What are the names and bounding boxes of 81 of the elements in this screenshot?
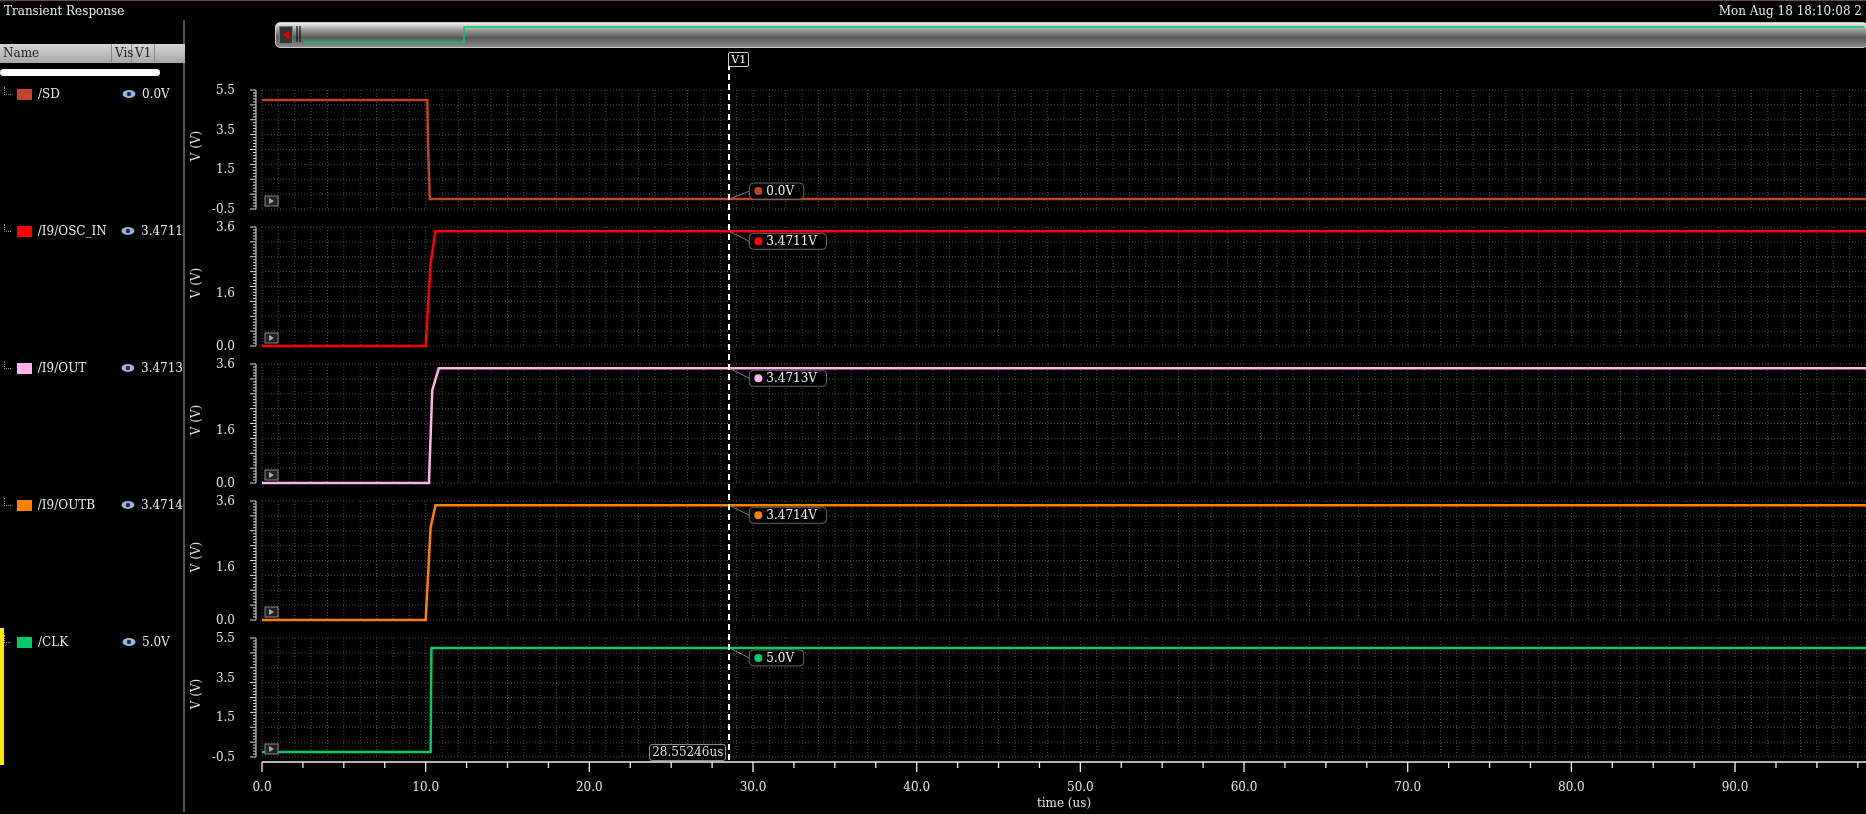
axis-tick-label: 3.5 [215,122,235,137]
axis-title: time (us) [1036,796,1092,810]
axis-tick-label: 1.6 [215,560,235,575]
axis-tick-label: 3.6 [215,494,235,508]
signal-value: 3.4711 [141,223,183,240]
signal-name: /I9/OSC_IN [37,223,108,240]
annotation: 0.0V [766,184,795,199]
signal-name: /I9/OUTB [37,497,97,514]
cursor-line[interactable] [728,64,731,760]
column-title[interactable]: V1 [132,44,156,63]
axis-title: V (V) [189,678,203,710]
value-callout: 5.0V [728,647,805,667]
date-time: Mon Aug 18 18:10:08 2 [1718,2,1862,20]
axis-tick-label: 3.5 [215,670,235,685]
signal-row[interactable]: /I9/OUT 3.4713 [0,354,183,491]
axis-title: V (V) [189,404,203,436]
axis-tick-label: 20.0 [576,780,603,794]
signal-name: /I9/OUT [37,360,88,377]
axis-tick-label: -0.5 [211,202,235,216]
axis-tick-label: 0.0 [215,613,235,627]
triangle-icon [283,31,289,39]
value-callout: 3.4711V [728,230,828,250]
axis-title: V (V) [189,541,203,573]
cursor-label[interactable]: V1 [728,52,750,67]
tree-connector [4,635,11,643]
eye-icon[interactable] [122,89,136,99]
eye-icon[interactable] [121,363,135,373]
window-title: Transient Response [4,2,125,20]
signal-name: /CLK [38,634,70,651]
annotation: 3.4711V [766,234,818,249]
overview-bar[interactable] [275,22,1866,48]
axis-tick-label: 90.0 [1721,780,1749,794]
axis-tick-label: 3.6 [215,220,235,234]
tree-connector [4,87,11,95]
cursor-time-readout: 28.55246us [649,744,727,761]
value-callout: 3.4714V [728,504,828,524]
axis-tick-label: 0.0 [215,339,235,353]
eye-icon[interactable] [121,500,135,510]
scroll-left-button[interactable] [279,26,293,44]
axis-tick-label: 80.0 [1558,780,1585,794]
value-callout: 3.4713V [728,367,828,387]
axis-tick-label: 5.5 [215,631,235,645]
axis-tick-label: 1.5 [215,710,235,725]
axis-title: V (V) [189,267,203,299]
axis-tick-label: 3.6 [215,357,235,371]
axis-tick-label: 10.0 [412,780,440,794]
signal-value: 5.0V [142,634,170,651]
eye-icon[interactable] [122,637,136,647]
axis-tick-label: 5.5 [215,83,235,97]
signal-name: /SD [38,86,61,103]
scrollbar[interactable] [0,69,160,76]
column-title[interactable]: Vis [112,44,132,63]
axis-tick-label: -0.5 [211,750,235,764]
axis-tick-label: 50.0 [1067,780,1094,794]
grip-icon[interactable] [296,26,301,42]
axis-tick-label: 70.0 [1394,780,1422,794]
signal-value: 3.4714 [141,497,183,514]
tree-connector [4,361,11,369]
axis-tick-label: 1.6 [215,286,235,301]
axis-title: V (V) [189,130,203,162]
signal-row[interactable]: /SD 0.0V [0,80,183,217]
annotation: 3.4713V [766,371,818,386]
axis-tick-label: 1.5 [215,162,235,177]
column-title[interactable]: Name [0,44,112,63]
signal-value: 3.4713 [141,360,183,377]
axis-tick-label: 40.0 [903,780,931,794]
signal-row[interactable]: /I9/OSC_IN 3.4711 [0,217,183,354]
axis-tick-label: 60.0 [1230,780,1258,794]
signal-value: 0.0V [142,86,170,103]
axis-tick-label: 30.0 [739,780,767,794]
eye-icon[interactable] [121,226,135,236]
tree-connector [4,498,11,506]
annotation: 3.4714V [766,508,818,523]
signal-row[interactable]: /I9/OUTB 3.4714 [0,491,183,628]
tree-connector [4,224,11,232]
signal-row[interactable]: /CLK 5.0V [0,628,183,765]
axis-tick-label: 1.6 [215,423,235,438]
axis-tick-label: 0.0 [215,476,235,490]
axis-tick-label: 0.0 [252,780,272,794]
annotation: 5.0V [766,650,795,665]
value-callout: 0.0V [728,182,805,200]
